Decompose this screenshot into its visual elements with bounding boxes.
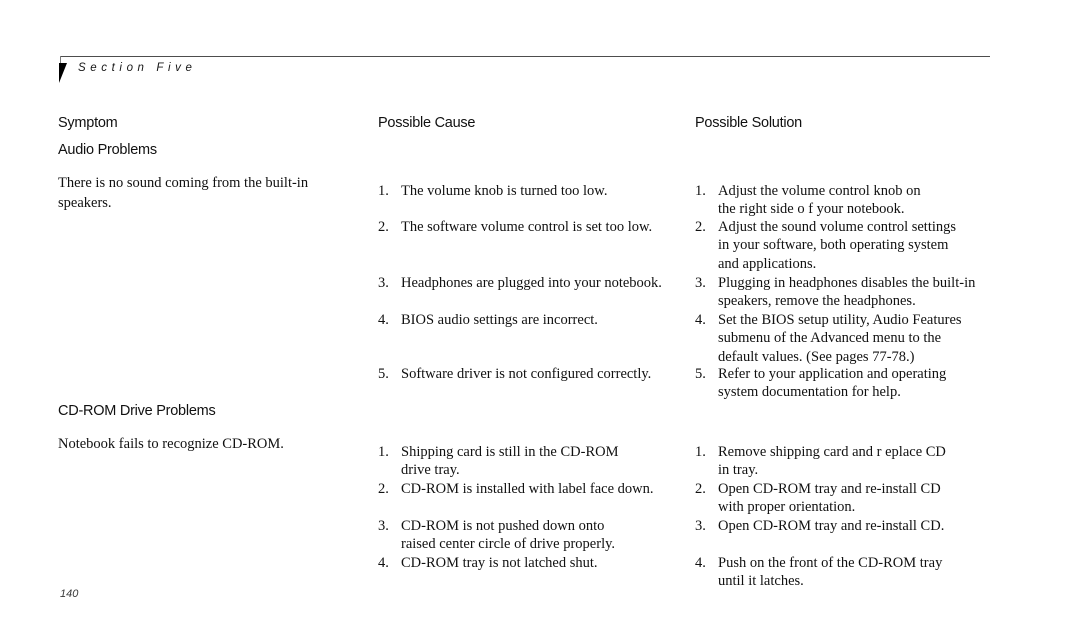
list-item: 3. Open CD-ROM tray and re-install CD. [695,517,944,535]
list-item-text: CD-ROM tray is not latched shut. [401,555,598,571]
list-item-number: 3. [378,275,389,291]
list-item: 4. Set the BIOS setup utility, Audio Feat… [695,311,962,366]
list-item: 1. Adjust the volume control knob on the … [695,182,921,219]
list-item-number: 4. [695,555,706,571]
list-item-text: BIOS audio settings are incorrect. [401,312,598,328]
section-heading-audio-problems: Audio Problems [58,142,157,158]
list-item: 1. Remove shipping card and r eplace CD i… [695,443,946,480]
column-header-possible-cause: Possible Cause [378,115,476,131]
list-item: 2. CD-ROM is installed with label face do… [378,480,654,498]
list-item-number: 4. [695,312,706,328]
list-item-number: 2. [378,219,389,235]
page-number: 140 [60,588,79,600]
list-item-text: Headphones are plugged into your noteboo… [401,275,662,291]
list-item-number: 1. [695,183,706,199]
list-item: 4. Push on the front of the CD-ROM tray u… [695,554,942,591]
section-heading-cdrom-drive-problems: CD-ROM Drive Problems [58,403,216,419]
list-item-number: 1. [378,444,389,460]
list-item: 3. Plugging in headphones disables the bu… [695,274,975,311]
list-item-text: Plugging in headphones disables the buil… [718,275,976,310]
list-item-number: 3. [378,518,389,534]
list-item-text: Open CD-ROM tray and re-install CD with … [718,481,941,516]
list-item-text: Shipping card is still in the CD-ROM dri… [401,444,619,479]
list-item-text: The volume knob is turned too low. [401,183,608,199]
list-item-number: 1. [378,183,389,199]
list-item: 1. The volume knob is turned too low. [378,182,607,200]
column-symptom: Symptom [58,0,368,630]
list-item-number: 3. [695,518,706,534]
list-item: 2. Adjust the sound volume control settin… [695,218,956,273]
list-item-text: Adjust the sound volume control settings… [718,219,957,272]
list-item-text: The software volume control is set too l… [401,219,653,235]
list-item-text: Adjust the volume control knob on the ri… [718,183,921,218]
symptom-text-audio: There is no sound coming from the built-… [58,175,309,211]
list-item: 5. Software driver is not configured corr… [378,365,651,383]
list-item-text: Open CD-ROM tray and re-install CD. [718,518,945,534]
list-item: 1. Shipping card is still in the CD-ROM d… [378,443,619,480]
list-item: 3. CD-ROM is not pushed down onto raised … [378,517,615,554]
list-item: 4. CD-ROM tray is not latched shut. [378,554,598,572]
list-item: 4. BIOS audio settings are incorrect. [378,311,598,329]
list-item-text: Set the BIOS setup utility, Audio Featur… [718,312,962,365]
list-item-number: 1. [695,444,706,460]
list-item-number: 4. [378,555,389,571]
column-header-symptom: Symptom [58,115,118,131]
list-item-text: Remove shipping card and r eplace CD in … [718,444,946,479]
list-item-text: Push on the front of the CD-ROM tray unt… [718,555,943,590]
list-item-number: 5. [695,366,706,382]
list-item-number: 2. [695,219,706,235]
list-item-text: CD-ROM is installed with label face down… [401,481,654,497]
list-item-number: 2. [695,481,706,497]
list-item: 3. Headphones are plugged into your noteb… [378,274,662,292]
list-item: 5. Refer to your application and operatin… [695,365,946,402]
column-header-possible-solution: Possible Solution [695,115,802,131]
list-item-number: 3. [695,275,706,291]
list-item-number: 5. [378,366,389,382]
list-item-text: Refer to your application and operating … [718,366,947,401]
list-item-number: 2. [378,481,389,497]
list-item-number: 4. [378,312,389,328]
symptom-text-cdrom: Notebook fails to recognize CD-ROM. [58,436,284,452]
document-page: Section Five Symptom Possible Cause Poss… [0,0,1080,630]
list-item: 2. Open CD-ROM tray and re-install CD wit… [695,480,941,517]
list-item: 2. The software volume control is set too… [378,218,652,236]
list-item-text: CD-ROM is not pushed down onto raised ce… [401,518,616,553]
list-item-text: Software driver is not configured correc… [401,366,652,382]
